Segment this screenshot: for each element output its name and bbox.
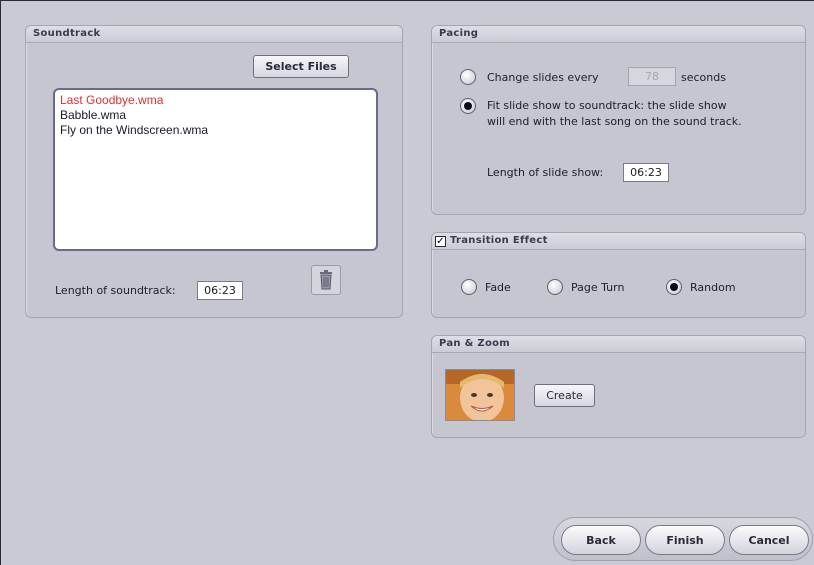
create-pan-zoom-button[interactable]: Create — [534, 384, 595, 407]
change-slides-label: Change slides every — [487, 71, 599, 84]
soundtrack-header: Soundtrack — [26, 26, 402, 43]
pacing-title: Pacing — [439, 28, 479, 39]
transition-fade-label: Fade — [485, 281, 511, 294]
wizard-window: Soundtrack Select Files Last Goodbye.wma… — [0, 0, 814, 565]
child-face-thumbnail — [446, 370, 514, 420]
pacing-header: Pacing — [432, 26, 805, 43]
soundtrack-file-list[interactable]: Last Goodbye.wma Babble.wma Fly on the W… — [53, 88, 378, 251]
delete-file-button[interactable] — [311, 265, 341, 295]
cancel-button[interactable]: Cancel — [729, 525, 809, 555]
transition-random-label: Random — [690, 281, 736, 294]
slideshow-length-label: Length of slide show: — [487, 166, 604, 179]
soundtrack-title: Soundtrack — [33, 28, 101, 39]
transition-random-radio[interactable] — [666, 279, 682, 295]
pan-zoom-title: Pan & Zoom — [439, 338, 511, 349]
soundtrack-length-label: Length of soundtrack: — [55, 284, 176, 297]
fit-to-soundtrack-radio[interactable] — [460, 98, 476, 114]
transition-fade-radio[interactable] — [461, 279, 477, 295]
select-files-button[interactable]: Select Files — [253, 55, 349, 78]
change-slides-radio[interactable] — [460, 69, 476, 85]
file-item[interactable]: Babble.wma — [60, 108, 371, 123]
transition-page-turn-label: Page Turn — [571, 281, 625, 294]
transition-enabled-checkbox[interactable]: ✓ — [435, 235, 446, 247]
seconds-label: seconds — [681, 71, 726, 84]
file-item[interactable]: Fly on the Windscreen.wma — [60, 123, 371, 138]
fit-to-soundtrack-label-line1: Fit slide show to soundtrack: the slide … — [487, 99, 727, 112]
slideshow-length-field: 06:23 — [623, 163, 669, 182]
soundtrack-length-field: 06:23 — [197, 281, 243, 300]
transition-title: Transition Effect — [450, 235, 548, 246]
seconds-input[interactable]: 78 — [628, 67, 676, 86]
transition-page-turn-radio[interactable] — [547, 279, 563, 295]
back-button[interactable]: Back — [561, 525, 641, 555]
transition-header: ✓ Transition Effect — [432, 233, 805, 250]
photo-thumbnail[interactable] — [445, 369, 515, 421]
pan-zoom-header: Pan & Zoom — [432, 336, 805, 353]
file-item[interactable]: Last Goodbye.wma — [60, 93, 371, 108]
finish-button[interactable]: Finish — [645, 525, 725, 555]
trash-icon — [320, 270, 332, 290]
transition-panel: ✓ Transition Effect — [431, 232, 806, 318]
fit-to-soundtrack-label-line2: will end with the last song on the sound… — [487, 115, 742, 128]
